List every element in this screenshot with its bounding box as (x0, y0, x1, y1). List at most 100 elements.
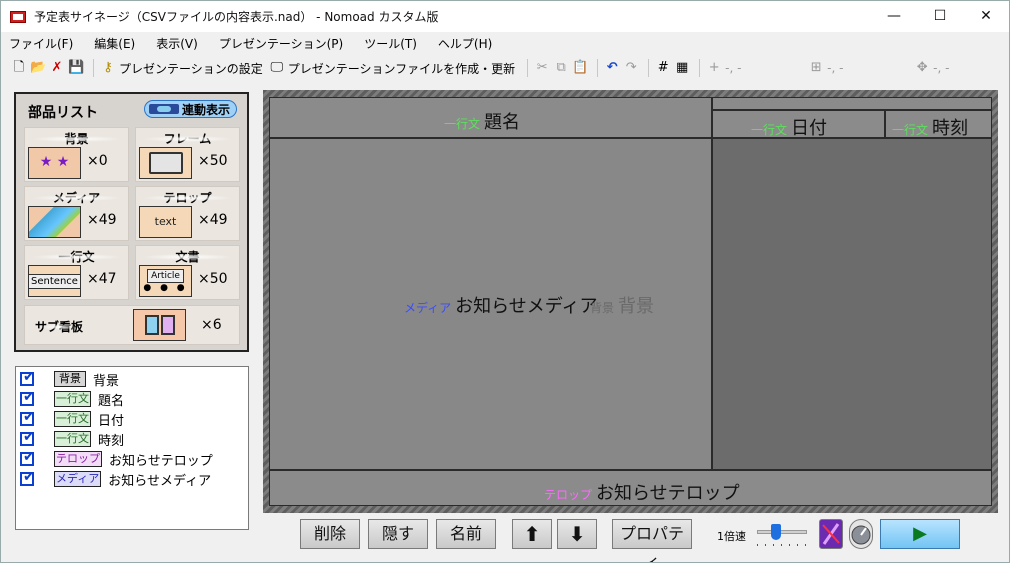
close-file-icon[interactable]: ✗ (49, 60, 65, 76)
presentation-settings-button[interactable]: ⚷ プレゼンテーションの設定 (100, 57, 263, 79)
layer-row[interactable]: 一行文 時刻 (20, 429, 125, 449)
rename-button[interactable]: 名前 (436, 519, 496, 549)
part-frame[interactable]: フレーム ×50 (135, 127, 240, 182)
fine-grid-icon[interactable]: ▦ (674, 60, 690, 76)
link-icon (148, 104, 179, 114)
layer-row[interactable]: 背景 背景 (20, 369, 119, 389)
region-kind-label: メディア (404, 301, 452, 315)
region-kind-label: 背景 (590, 301, 615, 315)
region-name-label: 背景 (618, 296, 655, 317)
layer-row[interactable]: 一行文 題名 (20, 389, 125, 409)
time-region[interactable]: 一行文 時刻 (885, 110, 992, 139)
region-kind-label: 一行文 (751, 123, 788, 137)
minimize-button[interactable]: — (871, 1, 917, 32)
save-icon[interactable]: 💾 (68, 60, 84, 76)
delete-button[interactable]: 削除 (300, 519, 360, 549)
media-region[interactable]: メディア お知らせメディア 背景 背景 (269, 138, 712, 470)
move-up-button[interactable]: ⬆ (512, 519, 552, 549)
layer-row[interactable]: 一行文 日付 (20, 409, 125, 429)
toolbar-separator (699, 59, 701, 77)
layer-type-tag: 一行文 (54, 391, 91, 407)
part-one-line-text[interactable]: 一行文 Sentence ×47 (24, 245, 129, 300)
menu-edit[interactable]: 編集(E) (94, 35, 135, 52)
menu-bar: ファイル(F) 編集(E) 表示(V) プレゼンテーション(P) ツール(T) … (1, 32, 1009, 54)
visible-checkbox[interactable] (20, 449, 35, 466)
toolbar-separator (93, 59, 94, 77)
copy-icon[interactable]: ⧉ (553, 60, 569, 76)
article-thumb: Article ● ● ● (139, 265, 192, 297)
layer-row[interactable]: メディア お知らせメディア (20, 469, 211, 489)
menu-file[interactable]: ファイル(F) (9, 35, 73, 52)
background-thumb: ★ ★ (28, 147, 81, 179)
link-display-button[interactable]: 連動表示 (143, 100, 237, 118)
telop-region[interactable]: テロップ お知らせテロップ (269, 470, 992, 506)
title-region[interactable]: 一行文 題名 (269, 97, 712, 138)
layer-list: 背景 背景 一行文 題名 一行文 日付 一行文 時刻 テロップ お知らせテロップ… (15, 366, 249, 530)
region-name-label: お知らせメディア (455, 296, 598, 317)
part-telop[interactable]: テロップ text ×49 (135, 186, 240, 241)
parts-panel: 部品リスト 連動表示 背景 ★ ★ ×0 フレーム ×50 メディア ×49 テ… (14, 92, 249, 352)
properties-button[interactable]: プロパティ (612, 519, 692, 562)
grid-icon[interactable]: # (655, 60, 671, 76)
size-readout: ⊞ -, - (808, 57, 908, 79)
menu-tools[interactable]: ツール(T) (364, 35, 417, 52)
layer-type-tag: メディア (54, 471, 102, 487)
layer-row[interactable]: テロップ お知らせテロップ (20, 449, 213, 469)
redo-icon[interactable]: ↷ (623, 60, 639, 76)
part-document[interactable]: 文書 Article ● ● ● ×50 (135, 245, 240, 300)
paste-icon[interactable]: 📋 (572, 60, 588, 76)
knob-icon (851, 525, 871, 545)
region-name-label: 日付 (791, 118, 828, 139)
speed-label: 1倍速 (717, 530, 746, 543)
speed-slider[interactable] (757, 522, 809, 548)
frame-thumb (139, 147, 192, 179)
box-plus-icon: ⊞ (810, 60, 822, 75)
slider-ticks (757, 544, 807, 546)
move-down-button[interactable]: ⬇ (557, 519, 597, 549)
monitor-icon: 🖵 (270, 60, 284, 75)
part-background[interactable]: 背景 ★ ★ ×0 (24, 127, 129, 182)
menu-view[interactable]: 表示(V) (156, 35, 198, 52)
move-icon: ✥ (916, 60, 928, 75)
visible-checkbox[interactable] (20, 469, 35, 486)
app-window: 予定表サイネージ（CSVファイルの内容表示.nad） - Nomoad カスタム… (0, 0, 1010, 563)
region-name-label: お知らせテロップ (596, 483, 740, 504)
menu-help[interactable]: ヘルプ(H) (438, 35, 492, 52)
toolbar-separator (597, 59, 599, 77)
right-region[interactable] (712, 138, 992, 470)
undo-icon[interactable]: ↶ (604, 60, 620, 76)
visible-checkbox[interactable] (20, 409, 35, 426)
window-title: 予定表サイネージ（CSVファイルの内容表示.nad） - Nomoad カスタム… (34, 10, 439, 24)
layout-canvas[interactable]: 一行文 題名 一行文 日付 一行文 時刻 メディア お知らせメディア 背景 背景 テロップ… (263, 90, 998, 513)
volume-knob-button[interactable] (849, 519, 873, 549)
open-folder-icon[interactable]: 📂 (30, 60, 46, 76)
visible-checkbox[interactable] (20, 389, 35, 406)
region-kind-label: 一行文 (892, 123, 929, 137)
slider-thumb[interactable] (771, 524, 781, 540)
visible-checkbox[interactable] (20, 369, 35, 386)
layer-type-tag: 一行文 (54, 431, 91, 447)
layer-label: 日付 (98, 413, 125, 429)
layer-label: 時刻 (98, 433, 125, 449)
toolbar-separator (648, 59, 650, 77)
toolbar-separator (527, 59, 529, 77)
slider-track (757, 530, 807, 534)
date-region[interactable]: 一行文 日付 (712, 110, 885, 139)
maximize-button[interactable]: ☐ (917, 1, 963, 32)
top-strip-region[interactable] (712, 97, 992, 110)
close-button[interactable]: ✕ (963, 1, 1009, 32)
parts-title: 部品リスト (28, 105, 98, 121)
draw-toggle-button[interactable] (819, 519, 843, 549)
play-button[interactable]: ▶ (880, 519, 960, 549)
visible-checkbox[interactable] (20, 429, 35, 446)
create-update-button[interactable]: 🖵 プレゼンテーションファイルを作成・更新 (269, 57, 515, 79)
layer-label: 題名 (98, 393, 125, 409)
cut-icon[interactable]: ✂ (534, 60, 550, 76)
pen-off-icon (822, 523, 840, 545)
part-media[interactable]: メディア ×49 (24, 186, 129, 241)
new-file-icon[interactable]: 🗋 (11, 60, 27, 76)
part-sub-signboard[interactable]: サブ看板 ×6 (24, 305, 240, 345)
menu-presentation[interactable]: プレゼンテーション(P) (219, 35, 343, 52)
hide-button[interactable]: 隠す (368, 519, 428, 549)
layer-label: お知らせテロップ (109, 453, 213, 469)
